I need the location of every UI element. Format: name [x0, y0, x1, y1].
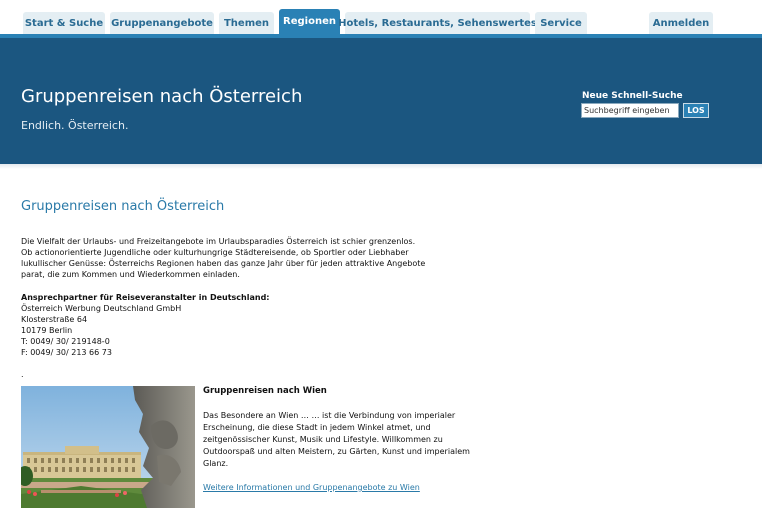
card-body-line: Das Besondere an Wien … … ist die Verbin…	[203, 411, 456, 420]
quick-search-label: Neue Schnell-Suche	[582, 91, 683, 101]
page-title: Gruppenreisen nach Österreich	[21, 199, 225, 214]
intro-line: Ob actionorientierte Jugendliche oder ku…	[21, 248, 409, 257]
card-body-line: Erscheinung, die diese Stadt in jedem Wi…	[203, 423, 431, 432]
header-shadow	[0, 164, 762, 169]
tab-start-suche[interactable]: Start & Suche	[23, 12, 105, 34]
vienna-photo	[21, 386, 195, 508]
contact-block: Ansprechpartner für Reiseveranstalter in…	[21, 292, 421, 358]
intro-line: Die Vielfalt der Urlaubs- und Freizeitan…	[21, 237, 416, 246]
tab-anmelden[interactable]: Anmelden	[649, 12, 713, 34]
card-body-line: zeitgenössischer Kunst, Musik und Lifest…	[203, 435, 443, 444]
intro-text: Die Vielfalt der Urlaubs- und Freizeitan…	[21, 236, 461, 280]
tab-themen[interactable]: Themen	[219, 12, 274, 34]
header-banner: Gruppenreisen nach Österreich Endlich. Ö…	[0, 38, 762, 164]
tab-gruppenangebote[interactable]: Gruppenangebote	[110, 12, 214, 34]
header-title: Gruppenreisen nach Österreich	[21, 86, 303, 107]
tab-regionen[interactable]: Regionen	[279, 9, 340, 34]
separator-dot: .	[21, 370, 24, 379]
quick-search-input[interactable]	[581, 103, 679, 118]
card-body: Das Besondere an Wien … … ist die Verbin…	[203, 410, 493, 470]
card-body-line: Glanz.	[203, 459, 229, 468]
vienna-more-info-link[interactable]: Weitere Informationen und Gruppenangebot…	[203, 483, 420, 492]
contact-phone: T: 0049/ 30/ 219148-0	[21, 337, 110, 346]
contact-company: Österreich Werbung Deutschland GmbH	[21, 304, 182, 313]
contact-city: 10179 Berlin	[21, 326, 73, 335]
quick-search-button[interactable]: LOS	[683, 103, 709, 118]
card-body-line: Outdoorspaß und alten Meistern, zu Gärte…	[203, 447, 470, 456]
contact-heading: Ansprechpartner für Reiseveranstalter in…	[21, 293, 270, 302]
header-subtitle: Endlich. Österreich.	[21, 119, 129, 132]
contact-fax: F: 0049/ 30/ 213 66 73	[21, 348, 112, 357]
intro-line: lukullischer Genüsse: Österreichs Region…	[21, 259, 426, 268]
top-navigation: Start & Suche Gruppenangebote Themen Reg…	[0, 0, 762, 34]
contact-street: Klosterstraße 64	[21, 315, 88, 324]
tab-service[interactable]: Service	[535, 12, 587, 34]
tab-hotels-restaurants-sehenswertes[interactable]: Hotels, Restaurants, Sehenswertes	[338, 12, 537, 34]
card-title: Gruppenreisen nach Wien	[203, 386, 327, 396]
intro-line: parat, die zum Kommen und Wiederkommen e…	[21, 270, 240, 279]
